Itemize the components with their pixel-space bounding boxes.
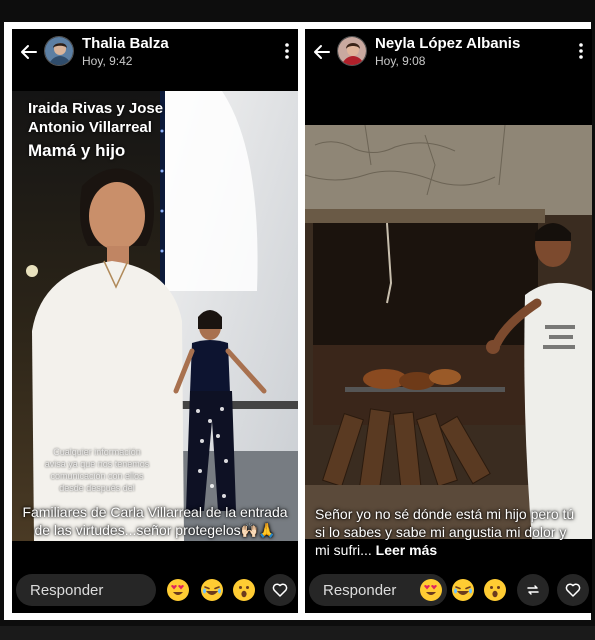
- post-time: Hoy, 9:42: [82, 54, 133, 68]
- laughing-emoji[interactable]: [200, 578, 224, 602]
- story-panel-left: Thalia Balza Hoy, 9:42 Iraida Rivas y Jo…: [12, 29, 298, 613]
- story-photo: [305, 125, 592, 539]
- story-header: Neyla López Albanis Hoy, 9:08: [305, 29, 592, 81]
- heart-icon: [272, 583, 288, 597]
- back-arrow-icon[interactable]: [20, 43, 38, 61]
- story-panel-right: Neyla López Albanis Hoy, 9:08 Señor yo n…: [305, 29, 592, 613]
- surprised-emoji[interactable]: [483, 578, 507, 602]
- overlay-names: Iraida Rivas y Jose Antonio Villarreal: [28, 100, 164, 136]
- avatar[interactable]: [44, 36, 74, 66]
- post-time: Hoy, 9:08: [375, 54, 426, 68]
- overlay-subtitle: Mamá y hijo: [28, 141, 126, 160]
- heart-icon: [565, 583, 581, 597]
- story-caption: Señor yo no sé dónde está mi hijo pero t…: [315, 505, 584, 559]
- story-footer: Responder: [309, 574, 589, 610]
- heart-eyes-emoji[interactable]: [419, 578, 443, 602]
- story-image: [305, 125, 592, 539]
- story-photo: Iraida Rivas y Jose Antonio Villarreal M…: [12, 91, 298, 541]
- read-more-link[interactable]: Leer más: [376, 542, 437, 558]
- laughing-emoji[interactable]: [451, 578, 475, 602]
- user-name[interactable]: Neyla López Albanis: [375, 35, 520, 52]
- back-arrow-icon[interactable]: [313, 43, 331, 61]
- surprised-emoji[interactable]: [232, 578, 256, 602]
- story-header: Thalia Balza Hoy, 9:42: [12, 29, 298, 81]
- repost-button[interactable]: [517, 574, 549, 606]
- like-button[interactable]: [264, 574, 296, 606]
- heart-eyes-emoji[interactable]: [166, 578, 190, 602]
- more-options-icon[interactable]: [284, 41, 290, 61]
- bottom-bar: [0, 626, 595, 640]
- story-footer: Responder: [16, 574, 296, 610]
- like-button[interactable]: [557, 574, 589, 606]
- repost-icon: [527, 585, 539, 595]
- avatar[interactable]: [337, 36, 367, 66]
- story-caption: Familiares de Carla Villarreal de la ent…: [22, 504, 288, 538]
- overlay-note: Cualquier información avisa ya que nos t…: [44, 447, 150, 493]
- user-name[interactable]: Thalia Balza: [82, 35, 169, 52]
- reply-input[interactable]: Responder: [16, 574, 156, 606]
- more-options-icon[interactable]: [578, 41, 584, 61]
- caption-text: Señor yo no sé dónde está mi hijo pero t…: [315, 506, 575, 558]
